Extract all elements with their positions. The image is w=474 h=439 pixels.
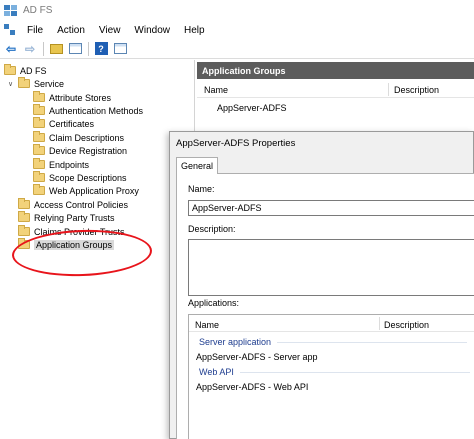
tree-node-service[interactable]: ∨ Service [8,77,64,90]
folder-icon [18,225,30,236]
column-divider[interactable] [379,317,380,330]
applications-list-header: Name Description [189,315,474,332]
properties-dialog: AppServer-ADFS Properties General Name: … [169,131,474,439]
list-item-web-api[interactable]: AppServer-ADFS - Web API [196,382,308,392]
group-header-label: Web API [199,367,234,377]
applications-list: Name Description Server application AppS… [188,314,474,439]
name-label: Name: [188,184,215,194]
tree-label: Claims Provider Trusts [34,226,125,237]
name-field[interactable]: AppServer-ADFS [188,200,474,216]
show-hide-console-tree-icon[interactable] [67,41,83,57]
group-divider [277,341,468,343]
tab-general[interactable]: General [176,157,219,174]
console-tree: AD FS ∨ Service Attribute Stores Authent… [0,60,195,439]
folder-icon [33,104,45,115]
applications-label: Applications: [188,298,240,308]
tree-label: Scope Descriptions [49,172,127,183]
tree-label: Service [34,78,65,89]
folder-icon [33,117,45,128]
folder-icon [18,238,30,249]
menu-file[interactable]: File [20,25,50,36]
toolbar-separator [43,41,44,56]
description-field[interactable] [188,239,474,296]
folder-icon [33,91,45,102]
tree-node-access-control-policies[interactable]: Access Control Policies [18,198,128,211]
tree-node-scope-descriptions[interactable]: Scope Descriptions [33,171,127,184]
tree-label: Relying Party Trusts [34,212,115,223]
folder-icon [33,144,45,155]
list-header: Name Description [197,81,474,98]
adfs-app-icon [4,4,18,17]
tree-node-claims-provider-trusts[interactable]: Claims Provider Trusts [18,225,125,238]
group-header-server-application: Server application [199,337,468,347]
window-title: AD FS [23,5,53,16]
tree-node-attribute-stores[interactable]: Attribute Stores [33,91,111,104]
tree-node-relying-party-trusts[interactable]: Relying Party Trusts [18,211,115,224]
menu-help[interactable]: Help [177,25,212,36]
tree-node-application-groups[interactable]: Application Groups [18,238,115,251]
tree-label: AD FS [20,65,47,76]
forward-arrow-icon[interactable]: ⇨ [22,41,38,57]
column-header-description[interactable]: Description [394,85,439,95]
tree-label: Attribute Stores [49,92,112,103]
console-menu-icon[interactable] [4,24,16,36]
list-item-server-app[interactable]: AppServer-ADFS - Server app [196,352,318,362]
folder-icon [33,131,45,142]
tree-label: Access Control Policies [34,199,129,210]
tree-node-claim-descriptions[interactable]: Claim Descriptions [33,131,124,144]
up-folder-icon[interactable] [48,41,64,57]
folder-icon [33,158,45,169]
group-divider [239,371,470,373]
tree-node-endpoints[interactable]: Endpoints [33,158,89,171]
group-header-label: Server application [199,337,272,347]
folder-icon [18,77,30,88]
tree-label: Endpoints [49,159,90,170]
toolbar: ⇦ ⇨ ? [0,39,474,59]
help-icon[interactable]: ? [93,41,109,57]
column-header-description[interactable]: Description [384,320,429,330]
menu-view[interactable]: View [92,25,128,36]
tree-node-web-application-proxy[interactable]: Web Application Proxy [33,184,139,197]
column-header-name[interactable]: Name [195,320,219,330]
menu-window[interactable]: Window [127,25,177,36]
tree-label: Certificates [49,118,95,129]
tree-label: Authentication Methods [49,105,144,116]
chevron-down-icon[interactable]: ∨ [8,80,18,88]
column-header-name[interactable]: Name [204,85,228,95]
folder-icon [18,211,30,222]
column-divider[interactable] [388,83,389,96]
action-pane-icon[interactable] [112,41,128,57]
tree-label: Claim Descriptions [49,132,125,143]
dialog-title: AppServer-ADFS Properties [176,138,296,149]
description-label: Description: [188,224,236,234]
tree-label: Application Groups [34,239,115,250]
folder-icon [33,171,45,182]
general-tab-panel: Name: AppServer-ADFS Description: Applic… [176,173,474,439]
tab-strip: General [176,157,474,174]
folder-icon [33,184,45,195]
tree-node-certificates[interactable]: Certificates [33,117,94,130]
tree-node-device-registration[interactable]: Device Registration [33,144,127,157]
title-bar: AD FS [0,0,474,21]
menu-action[interactable]: Action [50,25,92,36]
back-arrow-icon[interactable]: ⇦ [3,41,19,57]
tree-label: Device Registration [49,145,128,156]
list-item[interactable]: AppServer-ADFS [217,103,287,113]
folder-icon [4,64,16,75]
group-header-web-api: Web API [199,367,470,377]
tree-node-ad-fs[interactable]: AD FS [4,64,47,77]
tree-node-authentication-methods[interactable]: Authentication Methods [33,104,143,117]
menu-bar: File Action View Window Help [0,21,474,39]
results-pane-header: Application Groups [197,62,474,79]
folder-icon [18,198,30,209]
tree-label: Web Application Proxy [49,185,139,196]
toolbar-separator [88,41,89,56]
